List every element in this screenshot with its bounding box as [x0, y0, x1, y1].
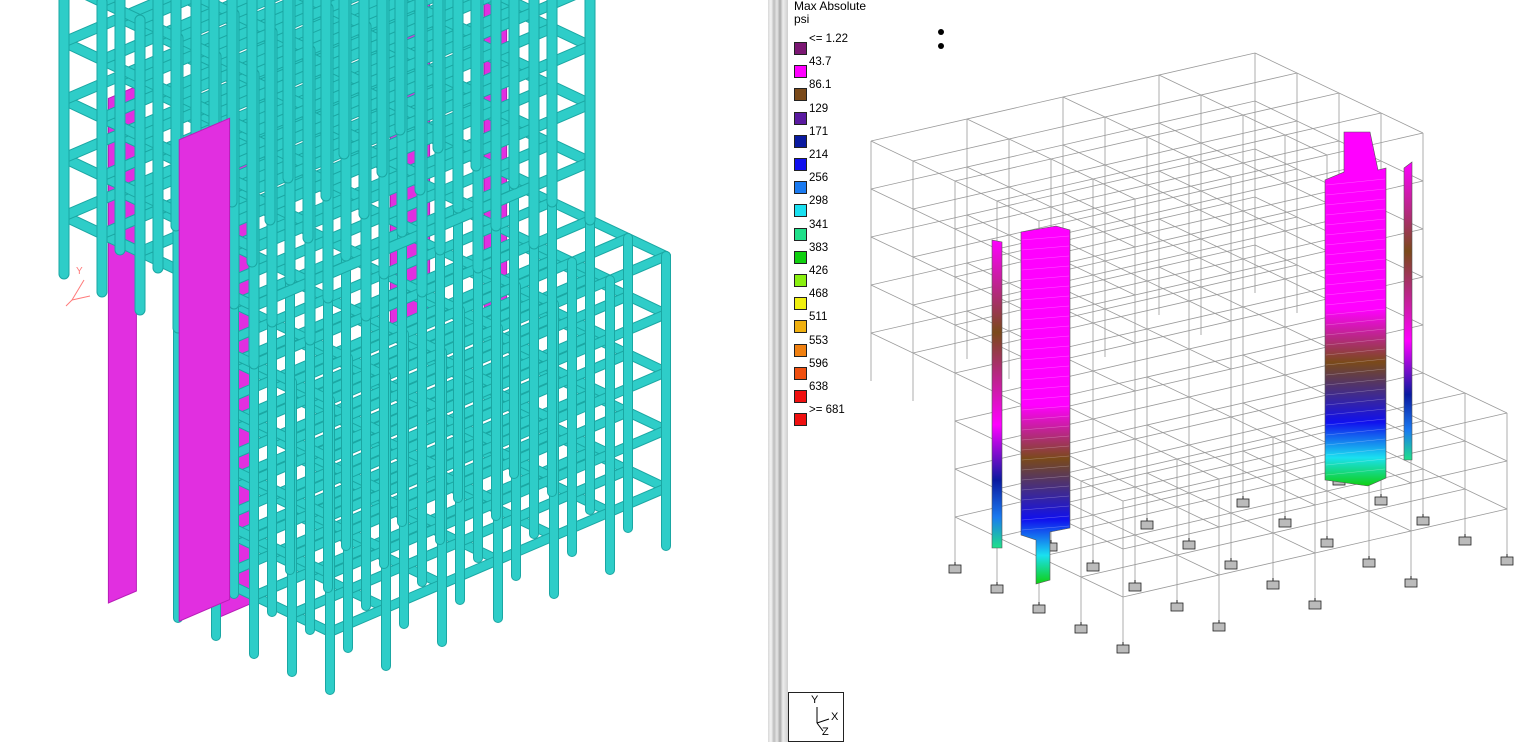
- support-icon: [948, 564, 962, 574]
- support-icon: [1404, 578, 1418, 588]
- support-icon: [1374, 496, 1388, 506]
- support-icon: [1170, 602, 1184, 612]
- support-icon: [1182, 540, 1196, 550]
- shear-wall: [178, 117, 231, 622]
- support-icon: [1308, 600, 1322, 610]
- axes-orientation-box: Y X Z: [788, 692, 844, 742]
- axis-y-label: Y: [76, 266, 83, 277]
- right-3d-view[interactable]: Max Absolute psi <= 1.22 43.7 86.1 129 171 21…: [788, 0, 1536, 742]
- support-icon: [1116, 644, 1130, 654]
- support-icon: [1212, 622, 1226, 632]
- support-icon: [1074, 624, 1088, 634]
- axis-y-label: Y: [811, 694, 819, 706]
- support-icon: [1086, 562, 1100, 572]
- wireframe-stress-model: [870, 52, 1514, 654]
- support-icon: [1236, 498, 1250, 508]
- left-3d-view[interactable]: Y: [0, 0, 768, 742]
- axis-z-label: Z: [822, 726, 829, 738]
- support-icon: [1266, 580, 1280, 590]
- view-splitter[interactable]: [768, 0, 788, 742]
- support-icon: [990, 584, 1004, 594]
- support-icon: [1500, 556, 1514, 566]
- support-icon: [1458, 536, 1472, 546]
- stress-wall: [1324, 131, 1387, 487]
- support-icon: [1362, 558, 1376, 568]
- stress-wall: [991, 239, 1003, 549]
- support-icon: [1320, 538, 1334, 548]
- support-icon: [1278, 518, 1292, 528]
- support-icon: [1032, 604, 1046, 614]
- extruded-frame-model: [58, 0, 671, 695]
- axis-x-label: X: [831, 711, 839, 723]
- support-icon: [1128, 582, 1142, 592]
- stress-wall: [1403, 161, 1413, 461]
- global-axis-marker: Y: [65, 266, 91, 307]
- support-icon: [1416, 516, 1430, 526]
- support-icon: [1224, 560, 1238, 570]
- support-icon: [1140, 520, 1154, 530]
